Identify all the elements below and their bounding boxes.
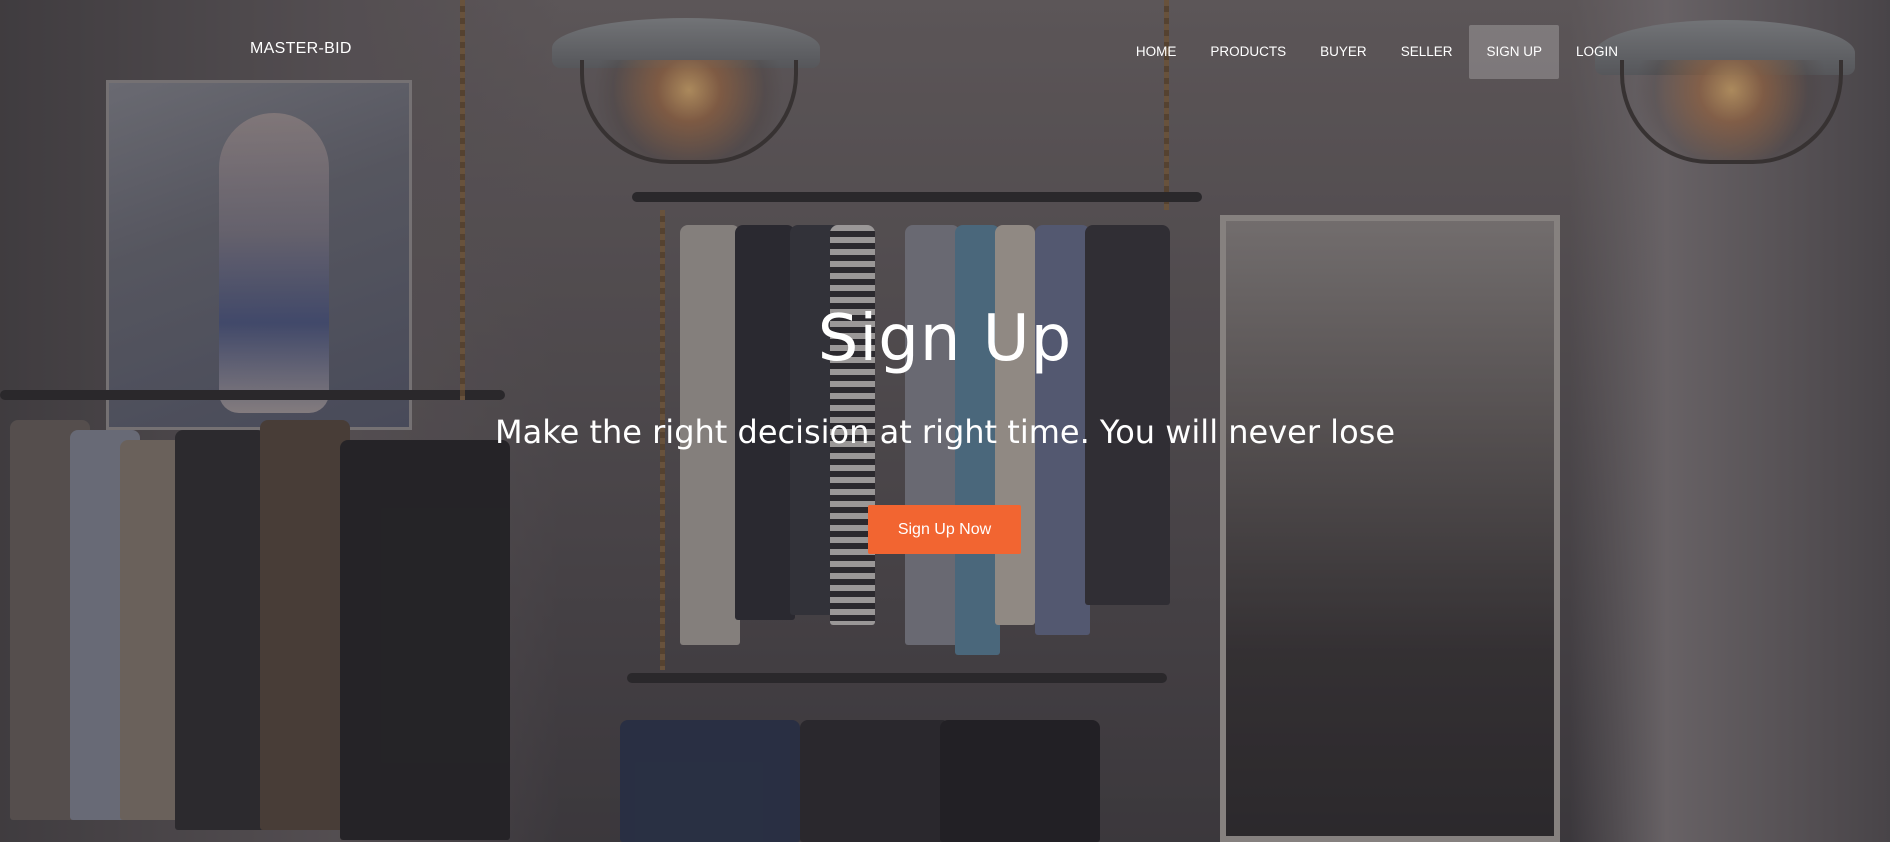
hero-title: Sign Up xyxy=(817,302,1073,376)
hero-section: Sign Up Make the right decision at right… xyxy=(0,0,1890,842)
hero-subtitle: Make the right decision at right time. Y… xyxy=(494,413,1395,451)
sign-up-now-button[interactable]: Sign Up Now xyxy=(868,505,1021,554)
